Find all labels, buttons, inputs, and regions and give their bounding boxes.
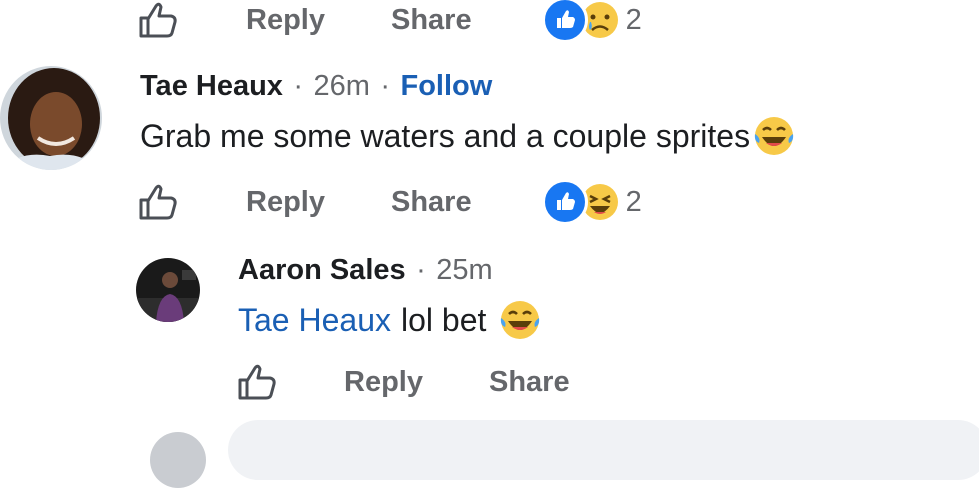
thumbs-up-icon[interactable] <box>137 0 181 42</box>
share-button[interactable]: Share <box>391 4 472 37</box>
reaction-summary[interactable]: 2 <box>541 179 642 225</box>
follow-button[interactable]: Follow <box>401 70 493 102</box>
reaction-count: 2 <box>625 185 642 218</box>
author-name[interactable]: Aaron Sales <box>238 254 406 286</box>
author-name[interactable]: Tae Heaux <box>140 70 283 102</box>
comment-body: Grab me some waters and a couple sprites <box>140 114 796 158</box>
mention-link[interactable]: Tae Heaux <box>238 302 391 339</box>
reaction-summary[interactable]: 2 <box>541 0 642 43</box>
thumbs-up-icon[interactable] <box>236 360 280 404</box>
share-button[interactable]: Share <box>391 186 472 219</box>
comment-input-box[interactable] <box>228 420 979 480</box>
comment-header: Tae Heaux · 26m · Follow <box>140 70 492 103</box>
reply-button[interactable]: Reply <box>246 4 325 37</box>
reply-button[interactable]: Reply <box>246 186 325 219</box>
reply-body: Tae Heaux lol bet <box>238 298 542 342</box>
timestamp[interactable]: 26m <box>314 70 370 102</box>
comment-text: Grab me some waters and a couple sprites <box>140 117 751 154</box>
composer-avatar <box>150 432 206 488</box>
share-button[interactable]: Share <box>489 366 570 399</box>
separator: · <box>380 70 391 102</box>
thumbs-up-icon[interactable] <box>137 180 181 224</box>
reply-action-row: Reply Share <box>236 360 570 404</box>
separator: · <box>293 70 304 102</box>
like-reaction-icon <box>541 179 588 225</box>
reply-text: lol bet <box>400 301 487 338</box>
avatar[interactable] <box>0 66 102 170</box>
top-action-row: Reply Share 2 <box>137 0 642 43</box>
avatar[interactable] <box>136 258 200 322</box>
comment-action-row: Reply Share 2 <box>137 179 642 225</box>
timestamp[interactable]: 25m <box>436 254 492 286</box>
separator: · <box>416 254 426 286</box>
like-reaction-icon <box>541 0 588 43</box>
reaction-count: 2 <box>625 3 642 36</box>
reply-header: Aaron Sales · 25m <box>238 254 493 287</box>
laughing-tears-emoji-icon <box>752 114 796 158</box>
reply-button[interactable]: Reply <box>344 366 423 399</box>
laughing-tears-emoji-icon <box>498 298 542 342</box>
